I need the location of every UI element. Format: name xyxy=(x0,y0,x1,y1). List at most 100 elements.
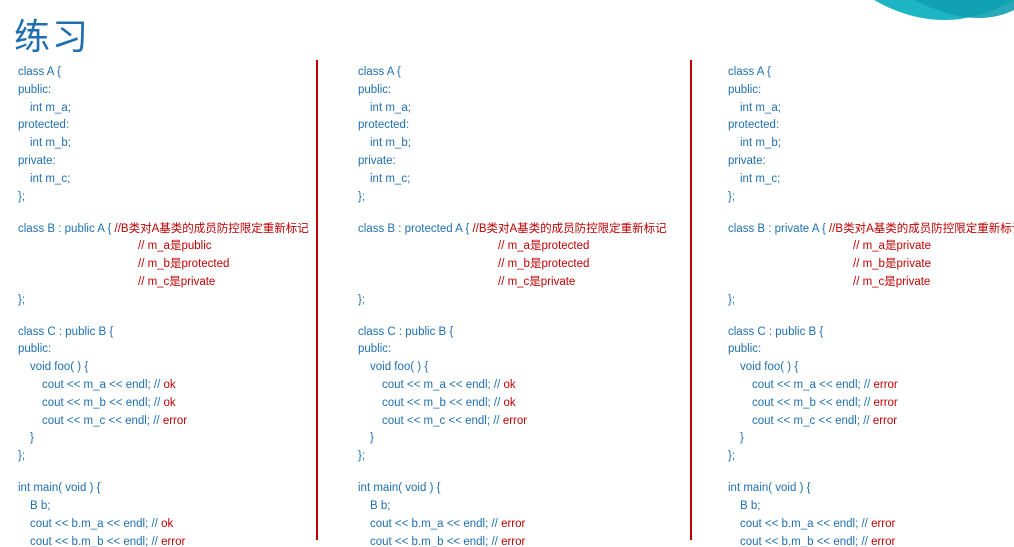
result: ok xyxy=(163,379,175,391)
code-text: cout << m_b << endl; // xyxy=(42,397,163,409)
code-text: cout << b.m_b << endl; // xyxy=(740,536,871,547)
code-line: cout << m_a << endl; // ok xyxy=(358,377,668,395)
result: error xyxy=(163,415,187,427)
comment: // m_a是public xyxy=(138,240,212,252)
code-line: public: xyxy=(18,341,298,359)
corner-decor xyxy=(874,0,1014,40)
code-line: int main( void ) { xyxy=(728,480,1002,498)
code-line: cout << m_b << endl; // error xyxy=(728,395,1002,413)
code-line: class C : public B { xyxy=(18,324,298,342)
code-line: int m_a; xyxy=(358,100,668,118)
code-line: int m_c; xyxy=(728,171,1002,189)
code-line: }; xyxy=(18,448,298,466)
code-line: }; xyxy=(728,448,1002,466)
result: error xyxy=(873,415,897,427)
inherit-kw: private xyxy=(775,223,810,235)
result: error xyxy=(161,536,185,547)
class-b-header: class B : private A { //B类对A基类的成员防控限定重新标… xyxy=(728,221,1002,239)
result: error xyxy=(503,415,527,427)
comment-line: // m_b是protected xyxy=(18,256,298,274)
comment: // m_a是protected xyxy=(498,240,589,252)
code-text: cout << b.m_b << endl; // xyxy=(30,536,161,547)
code-line: int m_b; xyxy=(358,135,668,153)
code-line: void foo( ) { xyxy=(358,359,668,377)
code-line: B b; xyxy=(728,498,1002,516)
code-text: class B : xyxy=(728,223,775,235)
code-text: cout << b.m_b << endl; // xyxy=(370,536,501,547)
code-line: int m_a; xyxy=(728,100,1002,118)
code-line: public: xyxy=(728,341,1002,359)
code-line: cout << b.m_a << endl; // ok xyxy=(18,516,298,534)
code-line: class C : public B { xyxy=(358,324,668,342)
code-line: int m_b; xyxy=(728,135,1002,153)
code-line: public: xyxy=(358,82,668,100)
comment: // m_c是private xyxy=(138,276,215,288)
code-line: } xyxy=(728,430,1002,448)
code-line: private: xyxy=(18,153,298,171)
code-line: cout << m_c << endl; // error xyxy=(728,413,1002,431)
column-private: class A { public: int m_a; protected: in… xyxy=(710,60,1014,547)
code-text: cout << b.m_a << endl; // xyxy=(740,518,871,530)
code-line: int m_a; xyxy=(18,100,298,118)
inherit-kw: protected xyxy=(405,223,453,235)
result: error xyxy=(873,379,897,391)
result: ok xyxy=(503,397,515,409)
comment: // m_b是private xyxy=(853,258,931,270)
code-line: } xyxy=(18,430,298,448)
code-line: class A { xyxy=(18,64,298,82)
code-line: cout << m_b << endl; // ok xyxy=(18,395,298,413)
code-text: cout << m_b << endl; // xyxy=(752,397,873,409)
comment-line: // m_b是protected xyxy=(358,256,668,274)
code-line: } xyxy=(358,430,668,448)
code-text: A { xyxy=(95,223,115,235)
code-line: int m_c; xyxy=(18,171,298,189)
code-line: int main( void ) { xyxy=(358,480,668,498)
code-line: private: xyxy=(728,153,1002,171)
code-line: cout << m_a << endl; // ok xyxy=(18,377,298,395)
code-line: int m_b; xyxy=(18,135,298,153)
code-line: cout << b.m_b << endl; // error xyxy=(728,534,1002,547)
comment: // m_c是private xyxy=(498,276,575,288)
code-line: }; xyxy=(358,448,668,466)
code-line: cout << b.m_a << endl; // error xyxy=(728,516,1002,534)
code-text: cout << m_a << endl; // xyxy=(42,379,163,391)
code-line: }; xyxy=(728,189,1002,207)
comment: // m_c是private xyxy=(853,276,930,288)
comment: //B类对A基类的成员防控限定重新标记 xyxy=(115,223,309,235)
code-line: cout << b.m_b << endl; // error xyxy=(18,534,298,547)
code-line: B b; xyxy=(18,498,298,516)
comment: //B类对A基类的成员防控限定重新标记 xyxy=(829,223,1014,235)
code-text: cout << m_c << endl; // xyxy=(752,415,873,427)
code-text: A { xyxy=(453,223,473,235)
code-line: public: xyxy=(728,82,1002,100)
code-line: }; xyxy=(18,189,298,207)
code-line: void foo( ) { xyxy=(18,359,298,377)
code-line: cout << m_a << endl; // error xyxy=(728,377,1002,395)
code-line: cout << b.m_a << endl; // error xyxy=(358,516,668,534)
code-line: }; xyxy=(358,189,668,207)
comment: //B类对A基类的成员防控限定重新标记 xyxy=(472,223,666,235)
class-b-header: class B : protected A { //B类对A基类的成员防控限定重… xyxy=(358,221,668,239)
code-line: class A { xyxy=(728,64,1002,82)
code-line: void foo( ) { xyxy=(728,359,1002,377)
code-line: cout << m_c << endl; // error xyxy=(18,413,298,431)
code-line: }; xyxy=(18,292,298,310)
comment: // m_b是protected xyxy=(498,258,589,270)
comment-line: // m_b是private xyxy=(728,256,1002,274)
code-text: cout << b.m_a << endl; // xyxy=(30,518,161,530)
code-text: cout << m_a << endl; // xyxy=(382,379,503,391)
inherit-kw: public xyxy=(65,223,95,235)
code-line: cout << m_b << endl; // ok xyxy=(358,395,668,413)
comment: // m_a是private xyxy=(853,240,931,252)
code-line: B b; xyxy=(358,498,668,516)
code-line: class C : public B { xyxy=(728,324,1002,342)
code-text: cout << m_c << endl; // xyxy=(42,415,163,427)
code-line: private: xyxy=(358,153,668,171)
code-text: cout << m_a << endl; // xyxy=(752,379,873,391)
code-columns: class A { public: int m_a; protected: in… xyxy=(0,60,1014,547)
comment-line: // m_c是private xyxy=(728,274,1002,292)
comment-line: // m_c是private xyxy=(18,274,298,292)
code-line: public: xyxy=(358,341,668,359)
result: error xyxy=(501,536,525,547)
column-public: class A { public: int m_a; protected: in… xyxy=(0,60,310,547)
